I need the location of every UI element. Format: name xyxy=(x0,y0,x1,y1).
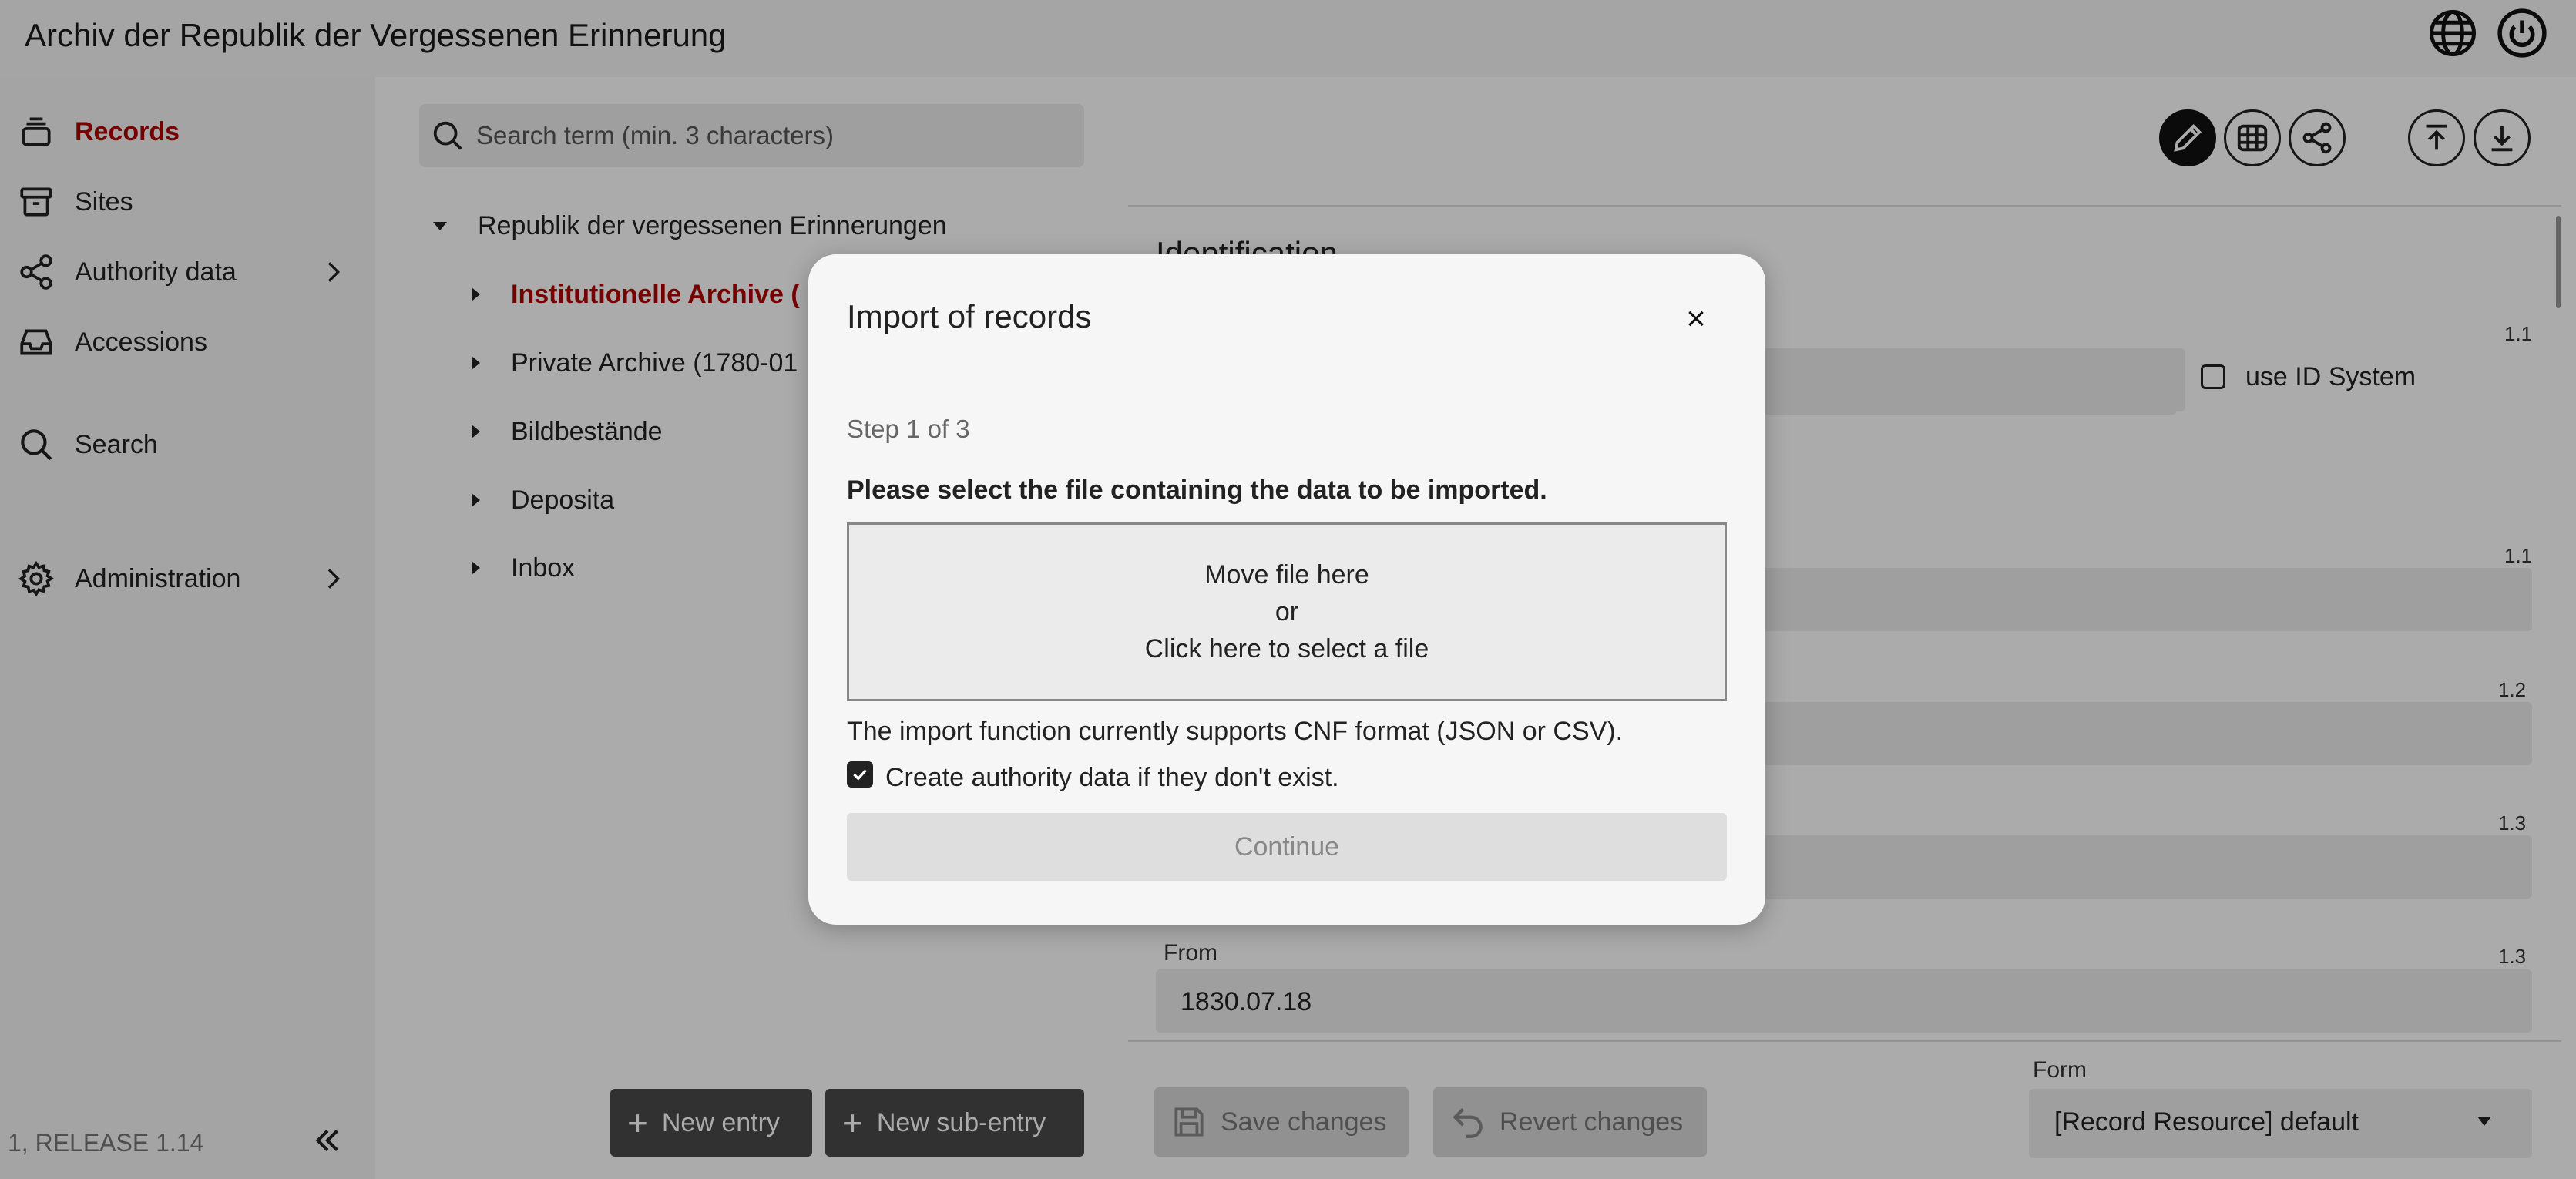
format-info: The import function currently supports C… xyxy=(847,717,1624,746)
create-authority-checkbox[interactable] xyxy=(847,761,873,788)
continue-button[interactable]: Continue xyxy=(847,813,1727,881)
step-indicator: Step 1 of 3 xyxy=(847,415,970,443)
create-authority-option: Create authority data if they don't exis… xyxy=(847,761,1339,793)
checkmark-icon xyxy=(853,768,867,781)
close-icon[interactable]: × xyxy=(1679,302,1713,336)
dialog-title: Import of records xyxy=(847,298,1092,334)
import-dialog: Import of records × Step 1 of 3 Please s… xyxy=(808,254,1765,925)
create-authority-label: Create authority data if they don't exis… xyxy=(885,763,1339,792)
instruction-text: Please select the file containing the da… xyxy=(847,475,1547,505)
file-dropzone[interactable]: Move file here or Click here to select a… xyxy=(847,522,1727,701)
